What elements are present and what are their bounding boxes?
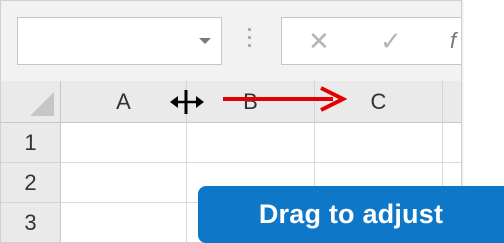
dropdown-caret-icon[interactable] xyxy=(199,38,211,44)
fx-label[interactable]: f xyxy=(450,28,456,54)
formula-bar[interactable]: ✕ ✓ f xyxy=(281,17,461,65)
cell-a3[interactable] xyxy=(61,203,187,242)
cell-a1[interactable] xyxy=(61,123,187,163)
enter-check-icon[interactable]: ✓ xyxy=(380,26,402,57)
grip-dots-icon[interactable] xyxy=(246,23,252,57)
cancel-x-icon[interactable]: ✕ xyxy=(308,26,330,57)
column-header-label: A xyxy=(116,88,131,114)
cell-a2[interactable] xyxy=(61,163,187,203)
row-header-label: 1 xyxy=(24,129,37,155)
drag-to-adjust-callout: Drag to adjust xyxy=(198,186,504,243)
cell-d1[interactable] xyxy=(443,123,461,163)
drag-direction-arrow-icon xyxy=(223,86,347,112)
cell-c1[interactable] xyxy=(315,123,443,163)
name-box[interactable] xyxy=(17,17,222,65)
callout-text: Drag to adjust xyxy=(258,199,444,229)
row-header-3[interactable]: 3 xyxy=(1,203,61,242)
row-header-label: 2 xyxy=(24,169,37,195)
cell-b1[interactable] xyxy=(187,123,315,163)
row-header-2[interactable]: 2 xyxy=(1,163,61,203)
select-all-corner[interactable] xyxy=(1,81,61,123)
row-header-1[interactable]: 1 xyxy=(1,123,61,163)
column-resize-cursor-icon xyxy=(170,90,204,114)
row-header-label: 3 xyxy=(24,210,37,235)
column-header-d[interactable] xyxy=(443,81,461,123)
column-header-label: C xyxy=(370,88,387,114)
